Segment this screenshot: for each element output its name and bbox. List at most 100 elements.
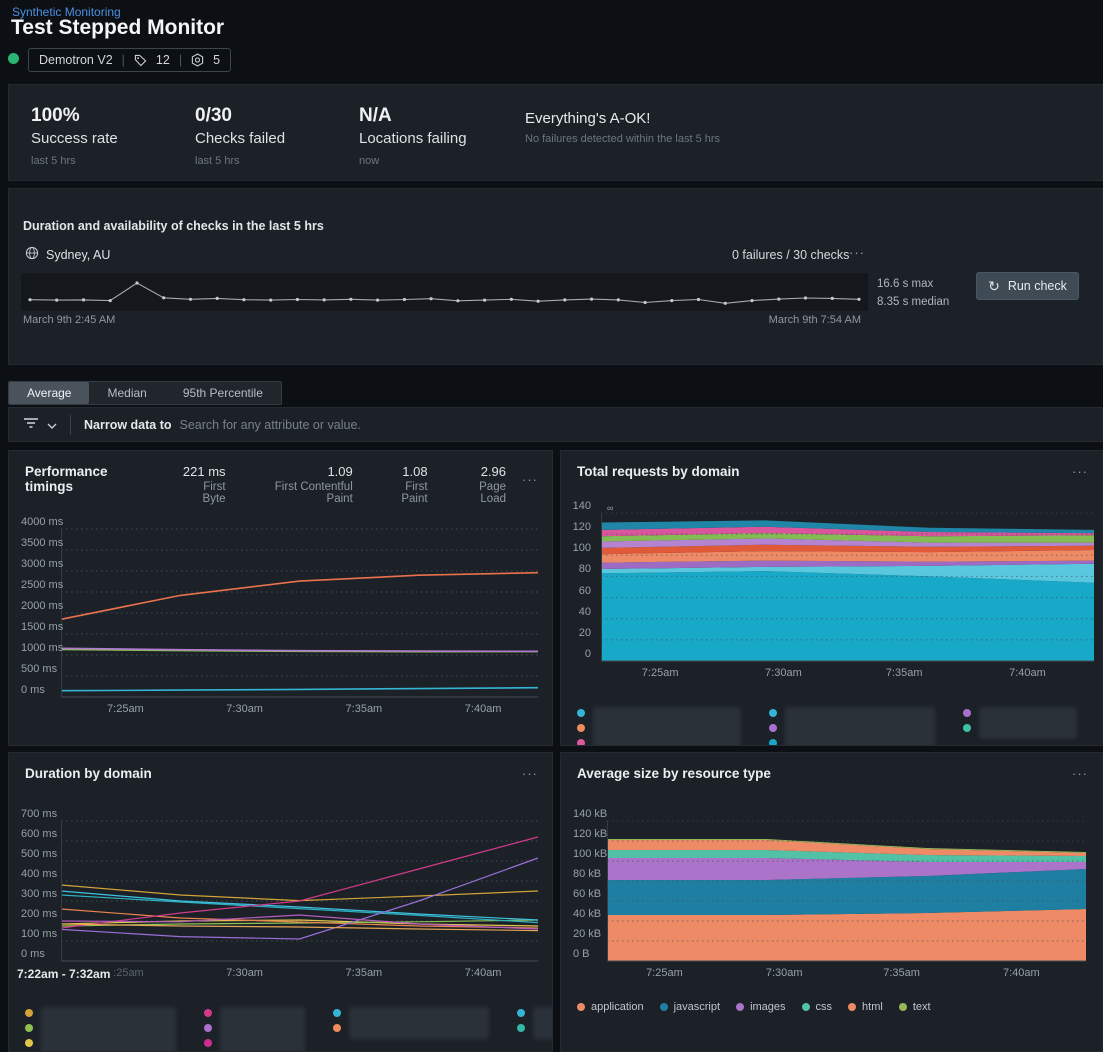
panel-menu-button[interactable]: ··· (1072, 464, 1088, 479)
x-axis-label: 7:30am (765, 667, 802, 679)
legend-dot-icon (577, 739, 585, 745)
y-axis-label: 40 kB (573, 908, 602, 920)
chart-legend-redacted[interactable] (9, 1007, 552, 1051)
legend-dots (333, 1007, 341, 1032)
y-axis-label: 0 B (573, 948, 590, 960)
tab-average[interactable]: Average (9, 382, 90, 404)
legend-dot-icon (204, 1024, 212, 1032)
legend-group-redacted[interactable] (333, 1007, 489, 1051)
panel-menu-button[interactable]: ··· (522, 464, 538, 487)
legend-dot-icon (769, 739, 777, 745)
legend-group-redacted[interactable] (204, 1007, 305, 1051)
redacted-label-box (220, 1007, 305, 1051)
legend-item[interactable]: application (577, 1001, 644, 1013)
legend-group-redacted[interactable] (517, 1007, 552, 1051)
environment-badge[interactable]: Demotron V2 | 12 | 5 (28, 48, 232, 72)
legend-dot-icon (517, 1024, 525, 1032)
panel-title: Performance timings (25, 464, 108, 494)
legend-dot-icon (517, 1009, 525, 1017)
panel-menu-button[interactable]: ··· (1072, 766, 1088, 781)
y-axis-label: 140 kB (573, 808, 608, 820)
stat-checks-failed: 0/30 Checks failed last 5 hrs (195, 105, 359, 180)
run-check-label: Run check (1007, 279, 1067, 293)
y-axis-label: 80 (578, 563, 591, 576)
legend-item[interactable]: css (801, 1001, 832, 1013)
panel-header: Total requests by domain ··· (561, 451, 1102, 479)
average-size-chart[interactable]: 140 kB 120 kB 100 kB 80 kB 60 kB 40 kB 20 kB 0 … (561, 808, 1094, 985)
panel-menu-button[interactable]: ··· (522, 766, 538, 781)
run-check-button[interactable]: ↻ Run check (976, 272, 1079, 300)
duration-by-domain-chart[interactable]: 700 ms 600 ms 500 ms 400 ms 300 ms 200 ms 100 … (9, 808, 544, 985)
environment-name: Demotron V2 (39, 53, 113, 67)
x-axis-label: 7:25am (646, 967, 683, 979)
duration-by-domain-panel: Duration by domain ··· 700 ms 600 ms 500 m… (8, 752, 553, 1052)
panel-header: Average size by resource type ··· (561, 753, 1102, 781)
tab-95th-percentile[interactable]: 95th Percentile (165, 382, 281, 404)
stat-first-contentful-paint: 1.09 First Contentful Paint (274, 464, 353, 505)
redacted-label-box (349, 1007, 489, 1039)
legend-group-redacted[interactable] (769, 707, 935, 745)
y-axis-label: 200 ms (21, 908, 58, 920)
legend-item[interactable]: html (848, 1001, 883, 1013)
stat-label: Checks failed (195, 130, 286, 147)
x-axis-label: 7:40am (464, 703, 502, 715)
y-axis-label: 700 ms (21, 808, 58, 820)
y-axis-label: 4000 ms (21, 516, 64, 528)
status-message: Everything's A-OK! No failures detected … (525, 105, 720, 180)
filter-dropdown[interactable] (23, 416, 57, 434)
y-axis-label: 0 (584, 648, 591, 660)
page-title: Test Stepped Monitor (11, 16, 225, 39)
sparkline-end-time: March 9th 7:54 AM (768, 314, 861, 326)
x-axis-label: 7:40am (1002, 967, 1040, 979)
performance-timings-panel: Performance timings 221 ms First Byte 1.… (8, 450, 553, 746)
summary-stats-panel: 100% Success rate last 5 hrs 0/30 Checks… (8, 84, 1103, 181)
y-axis-label: 3500 ms (21, 537, 64, 549)
redacted-label-box (41, 1007, 176, 1051)
y-axis-label: 300 ms (21, 888, 58, 900)
panel-title: Total requests by domain (577, 464, 740, 479)
chart-legend-redacted[interactable] (561, 707, 1102, 745)
legend-item[interactable]: text (898, 1001, 931, 1013)
legend-dot-icon (898, 1003, 907, 1011)
y-axis-label: 120 kB (573, 828, 608, 840)
legend-dots (577, 707, 585, 745)
legend-group-redacted[interactable] (963, 707, 1077, 745)
tab-median[interactable]: Median (89, 382, 164, 404)
search-input[interactable] (179, 417, 1102, 432)
stat-first-paint: 1.08 First Paint (401, 464, 428, 505)
duration-menu-button[interactable]: ··· (849, 245, 865, 260)
legend-group-redacted[interactable] (577, 707, 741, 745)
hexagon-count: 5 (213, 53, 221, 67)
refresh-icon: ↻ (988, 277, 1000, 294)
x-axis-label: 7:40am (1009, 667, 1046, 679)
legend-dot-icon (25, 1024, 33, 1032)
filter-bar: Narrow data to (8, 407, 1103, 442)
max-duration-label: 16.6 s max (877, 278, 934, 290)
legend-dot-icon (769, 709, 777, 717)
panel-header: Duration by domain ··· (9, 753, 552, 781)
legend-dots (25, 1007, 33, 1047)
performance-timings-chart[interactable]: 4000 ms 3500 ms 3000 ms 2500 ms 2000 ms 1500 … (9, 516, 544, 721)
legend-dot-icon (769, 724, 777, 732)
legend-group-redacted[interactable] (25, 1007, 176, 1051)
y-axis-label: 60 kB (573, 888, 602, 900)
legend-dot-icon (801, 1003, 810, 1011)
header-stats: 221 ms First Byte 1.09 First Contentful … (154, 464, 506, 505)
legend-dot-icon (848, 1003, 857, 1011)
legend-dot-icon (963, 709, 971, 717)
page-header: Synthetic Monitoring Test Stepped Monito… (0, 0, 1103, 82)
synthetic-monitoring-page: Synthetic Monitoring Test Stepped Monito… (0, 0, 1103, 1052)
stat-value: N/A (359, 105, 392, 126)
aggregation-tabs: Average Median 95th Percentile (8, 381, 282, 405)
legend-item[interactable]: javascript (659, 1001, 720, 1013)
tag-icon (134, 54, 147, 67)
y-axis-label: 20 kB (573, 928, 602, 940)
total-requests-chart[interactable]: 140 120 100 80 60 40 20 0 7:25am 7:30am 7:35am 7:40… (561, 500, 1098, 685)
legend-item[interactable]: images (736, 1001, 786, 1013)
filter-icon (23, 416, 39, 434)
availability-sparkline[interactable] (21, 273, 868, 311)
legend-dots (769, 707, 777, 745)
globe-icon (25, 246, 39, 263)
legend-dot-icon (736, 1003, 745, 1011)
monitor-status-icon (8, 53, 19, 64)
